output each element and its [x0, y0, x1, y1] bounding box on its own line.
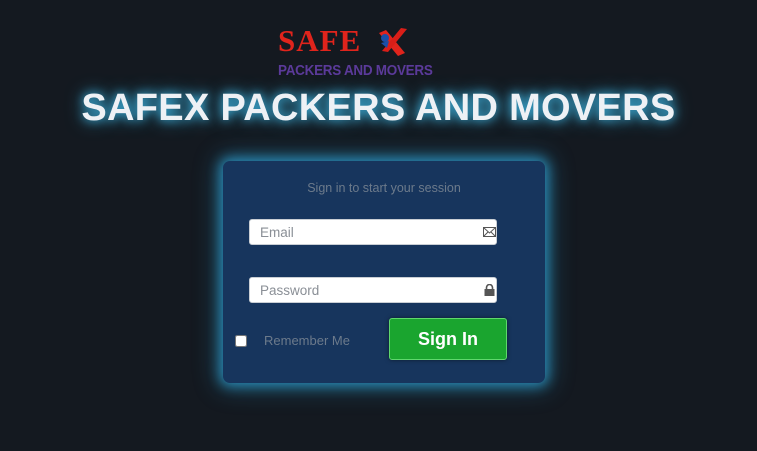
lock-icon: [484, 284, 495, 296]
logo-wordmark: SAFE: [278, 23, 362, 58]
remember-me-label: Remember Me: [264, 333, 350, 348]
password-field[interactable]: [250, 278, 475, 302]
email-field-wrapper: [249, 219, 497, 245]
logo-tagline: PACKERS AND MOVERS: [278, 63, 433, 79]
remember-me-checkbox[interactable]: [235, 335, 247, 347]
login-panel: Sign in to start your session Remember M…: [223, 161, 545, 383]
logo-x-icon: [379, 28, 407, 56]
company-logo: SAFE PACKERS AND MOVERS: [278, 24, 450, 82]
envelope-icon: [483, 227, 496, 237]
sign-in-button[interactable]: Sign In: [389, 318, 507, 360]
page-title: SAFEX PACKERS AND MOVERS: [81, 87, 676, 129]
email-field[interactable]: [250, 220, 475, 244]
password-field-wrapper: [249, 277, 497, 303]
session-message: Sign in to start your session: [307, 181, 461, 195]
remember-me: Remember Me: [235, 334, 350, 348]
